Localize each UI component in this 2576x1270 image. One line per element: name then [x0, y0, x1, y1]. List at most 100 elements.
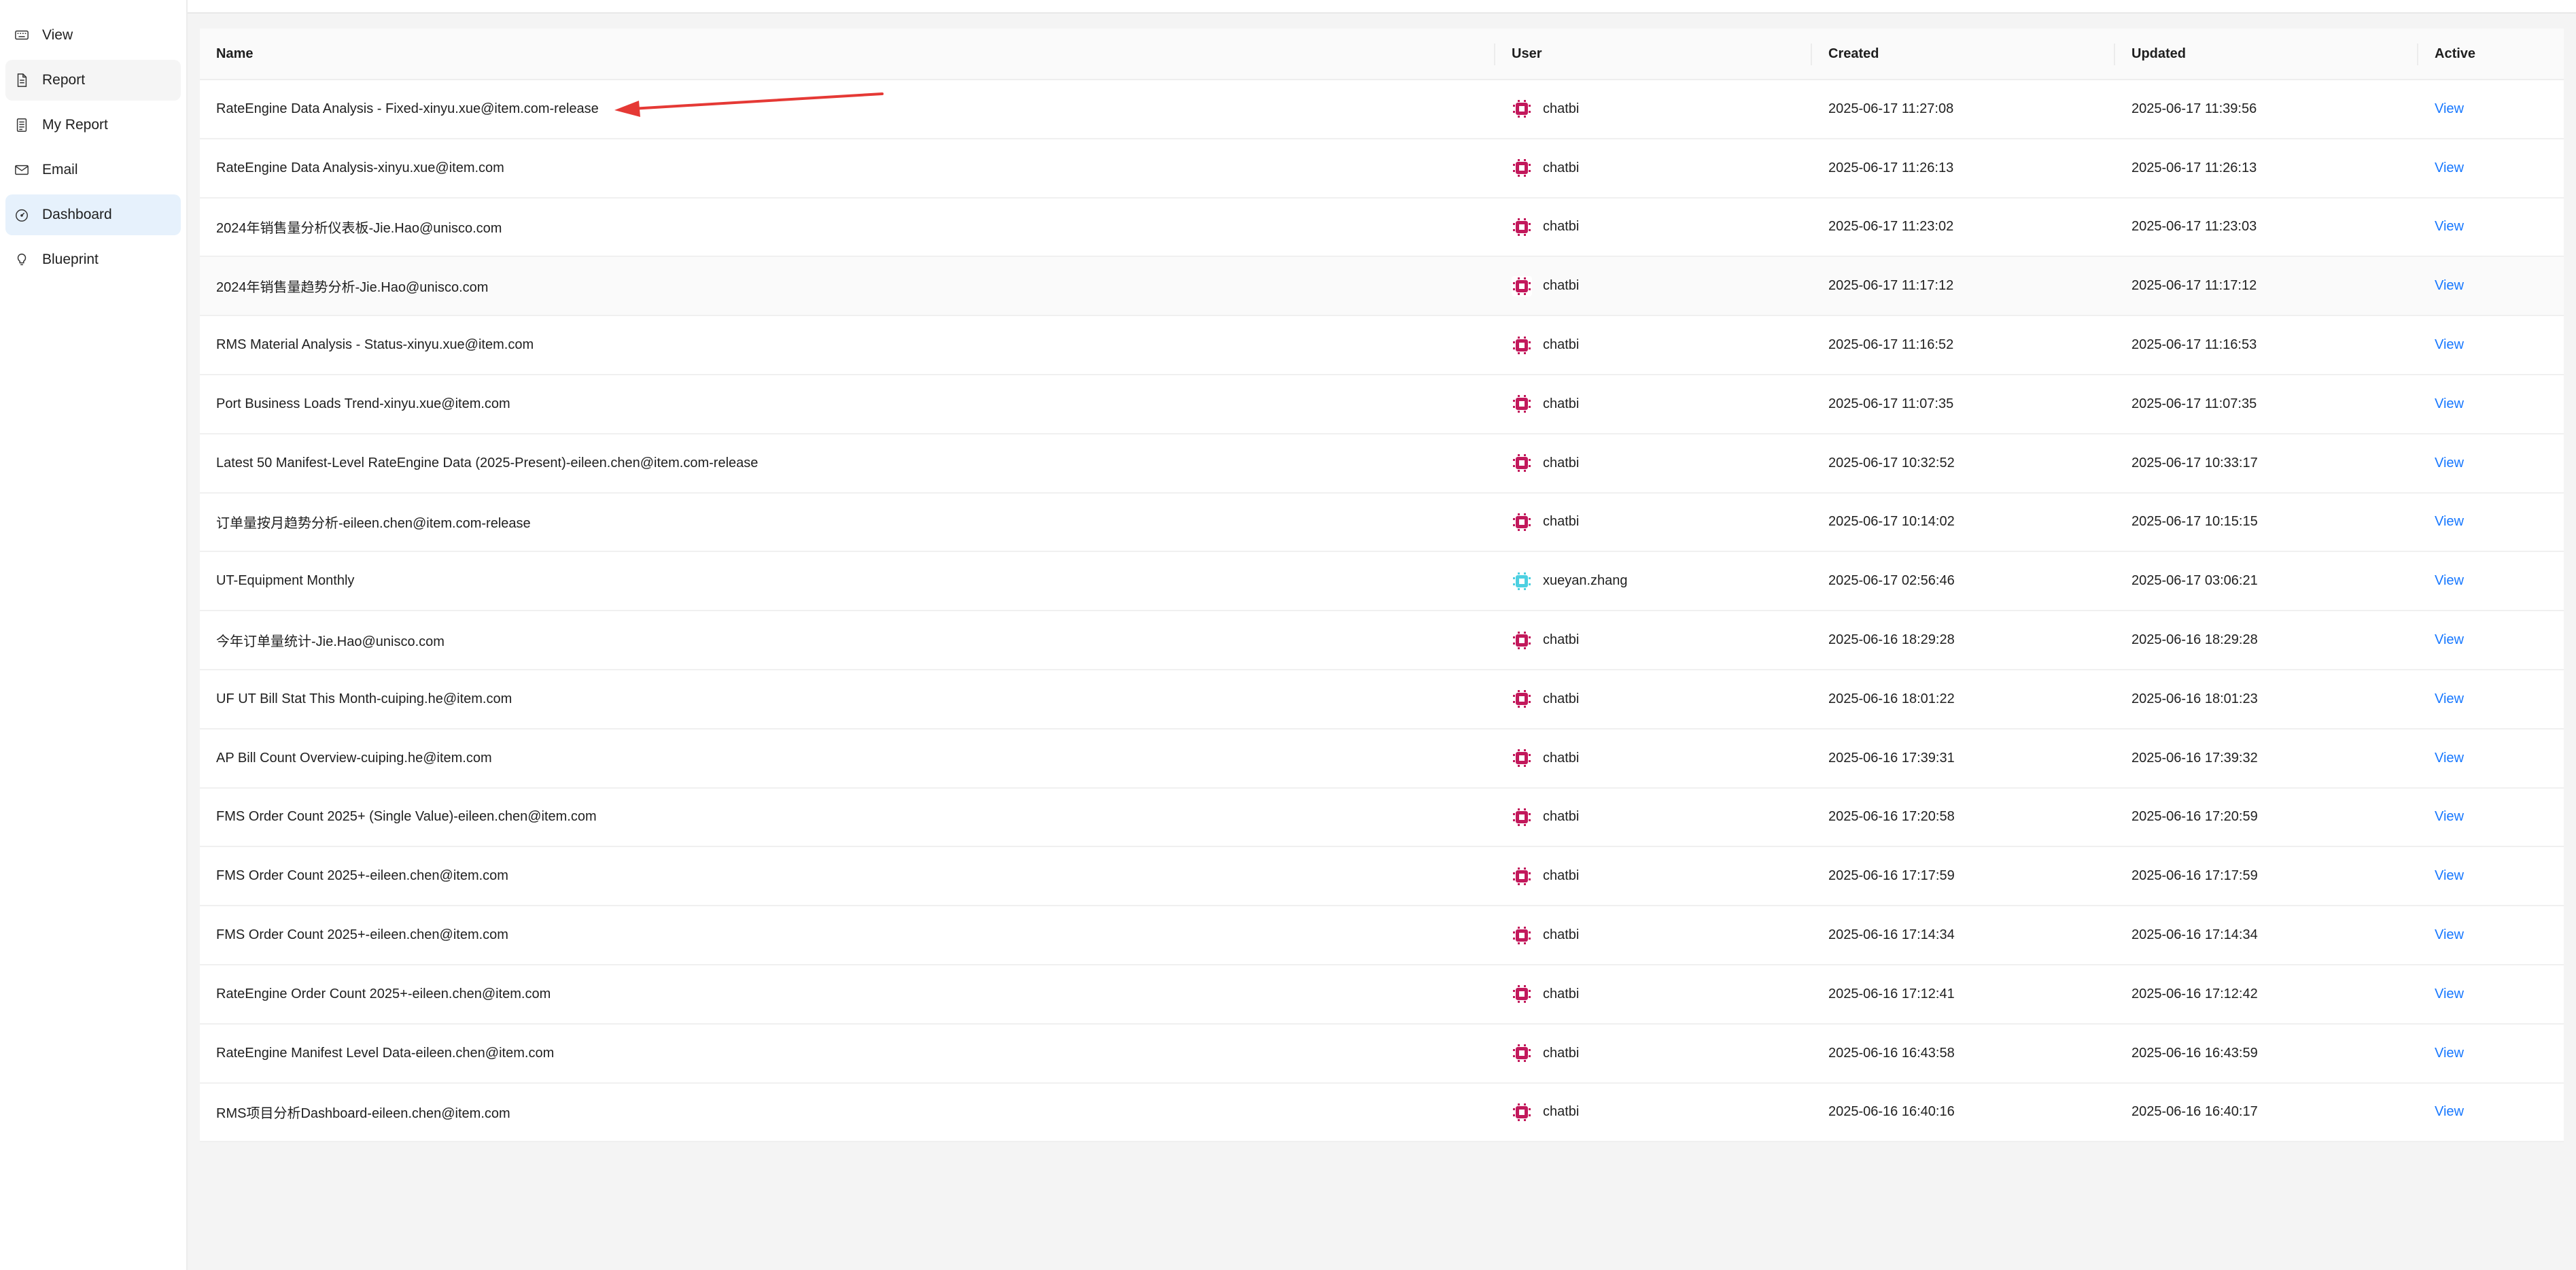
- sidebar-item-label: Blueprint: [42, 252, 99, 267]
- keyboard-icon: [14, 27, 30, 44]
- cell-created: 2025-06-16 17:39:31: [1828, 750, 1955, 766]
- sidebar-item-dashboard[interactable]: Dashboard: [5, 194, 181, 235]
- cell-name: AP Bill Count Overview-cuiping.he@item.c…: [216, 750, 492, 766]
- cell-active: View: [2418, 611, 2564, 669]
- table-row[interactable]: RMS项目分析Dashboard-eileen.chen@item.com cha…: [200, 1083, 2564, 1143]
- mail-icon: [14, 162, 30, 178]
- view-link[interactable]: View: [2435, 337, 2464, 353]
- cell-created: 2025-06-17 11:16:52: [1828, 337, 1954, 353]
- cell-created: 2025-06-16 17:12:41: [1828, 986, 1955, 1001]
- cell-name: FMS Order Count 2025+-eileen.chen@item.c…: [216, 868, 508, 884]
- column-header-user[interactable]: User: [1495, 29, 1812, 79]
- cell-name: FMS Order Count 2025+-eileen.chen@item.c…: [216, 927, 508, 943]
- cell-active: View: [2418, 847, 2564, 905]
- cell-user: chatbi: [1495, 906, 1812, 964]
- user-avatar-icon: [1512, 984, 1532, 1005]
- cell-name: RateEngine Manifest Level Data-eileen.ch…: [216, 1045, 555, 1061]
- cell-updated: 2025-06-16 17:17:59: [2131, 868, 2258, 884]
- user-avatar-icon: [1512, 275, 1532, 296]
- app-root: View Report My Report Email Dashboard Bl…: [0, 0, 2576, 1270]
- cell-created: 2025-06-17 10:32:52: [1828, 455, 1955, 470]
- column-header-active[interactable]: Active: [2418, 29, 2564, 79]
- view-link[interactable]: View: [2435, 632, 2464, 648]
- cell-updated: 2025-06-16 17:14:34: [2131, 927, 2258, 943]
- table-row[interactable]: 订单量按月趋势分析-eileen.chen@item.com-release ch…: [200, 493, 2564, 553]
- table-row[interactable]: FMS Order Count 2025+ (Single Value)-eil…: [200, 788, 2564, 848]
- user-avatar-icon: [1512, 158, 1532, 179]
- column-header-updated[interactable]: Updated: [2115, 29, 2418, 79]
- cell-name: 2024年销售量趋势分析-Jie.Hao@unisco.com: [216, 280, 489, 296]
- cell-updated: 2025-06-16 17:12:42: [2131, 986, 2258, 1001]
- cell-created: 2025-06-17 11:26:13: [1828, 160, 1954, 175]
- cell-created: 2025-06-16 18:29:28: [1828, 632, 1955, 648]
- cell-updated: 2025-06-17 11:26:13: [2131, 160, 2257, 175]
- table-row[interactable]: UT-Equipment Monthly xueyan.zhang 2025-06-…: [200, 552, 2564, 612]
- view-link[interactable]: View: [2435, 101, 2464, 117]
- table-row[interactable]: AP Bill Count Overview-cuiping.he@item.c…: [200, 729, 2564, 789]
- view-link[interactable]: View: [2435, 986, 2464, 1002]
- table-row[interactable]: FMS Order Count 2025+-eileen.chen@item.c…: [200, 847, 2564, 907]
- cell-user: chatbi: [1495, 139, 1812, 197]
- cell-user: chatbi: [1495, 730, 1812, 787]
- view-link[interactable]: View: [2435, 1046, 2464, 1061]
- table-row[interactable]: Latest 50 Manifest-Level RateEngine Data…: [200, 434, 2564, 494]
- table-row[interactable]: 2024年销售量分析仪表板-Jie.Hao@unisco.com chatbi 20…: [200, 198, 2564, 258]
- view-link[interactable]: View: [2435, 514, 2464, 530]
- cell-active: View: [2418, 1084, 2564, 1142]
- cell-name: RateEngine Order Count 2025+-eileen.chen…: [216, 986, 551, 1001]
- cell-active: View: [2418, 375, 2564, 433]
- table-row[interactable]: RateEngine Order Count 2025+-eileen.chen…: [200, 965, 2564, 1025]
- table-row[interactable]: Port Business Loads Trend-xinyu.xue@item…: [200, 375, 2564, 434]
- cell-name: 今年订单量统计-Jie.Hao@unisco.com: [216, 634, 445, 650]
- view-link[interactable]: View: [2435, 219, 2464, 235]
- cell-updated: 2025-06-16 18:01:23: [2131, 691, 2258, 706]
- cell-name: 订单量按月趋势分析-eileen.chen@item.com-release: [216, 516, 531, 532]
- sidebar-item-label: View: [42, 27, 73, 43]
- table-row[interactable]: UF UT Bill Stat This Month-cuiping.he@it…: [200, 670, 2564, 730]
- cell-name: RateEngine Data Analysis - Fixed-xinyu.x…: [216, 101, 599, 116]
- cell-user: chatbi: [1495, 316, 1812, 374]
- cell-active: View: [2418, 199, 2564, 256]
- view-link[interactable]: View: [2435, 751, 2464, 766]
- sidebar-item-my-report[interactable]: My Report: [5, 105, 181, 145]
- cell-name: RateEngine Data Analysis-xinyu.xue@item.…: [216, 160, 504, 175]
- table-row[interactable]: FMS Order Count 2025+-eileen.chen@item.c…: [200, 906, 2564, 965]
- view-link[interactable]: View: [2435, 868, 2464, 884]
- table-row[interactable]: RateEngine Data Analysis - Fixed-xinyu.x…: [200, 80, 2564, 139]
- sidebar-item-email[interactable]: Email: [5, 150, 181, 190]
- view-link[interactable]: View: [2435, 160, 2464, 176]
- sidebar-item-view[interactable]: View: [5, 15, 181, 56]
- cell-created: 2025-06-17 11:07:35: [1828, 396, 1954, 411]
- cell-created: 2025-06-16 16:40:16: [1828, 1104, 1955, 1120]
- table-row[interactable]: 今年订单量统计-Jie.Hao@unisco.com chatbi 2025-06-…: [200, 611, 2564, 670]
- cell-name: 2024年销售量分析仪表板-Jie.Hao@unisco.com: [216, 221, 502, 237]
- user-avatar-icon: [1512, 1043, 1532, 1064]
- user-avatar-icon: [1512, 570, 1532, 591]
- sidebar-item-report[interactable]: Report: [5, 60, 181, 101]
- view-link[interactable]: View: [2435, 278, 2464, 294]
- table-row[interactable]: RateEngine Data Analysis-xinyu.xue@item.…: [200, 139, 2564, 199]
- cell-active: View: [2418, 730, 2564, 787]
- column-header-created[interactable]: Created: [1812, 29, 2115, 79]
- view-link[interactable]: View: [2435, 396, 2464, 412]
- view-link[interactable]: View: [2435, 927, 2464, 943]
- view-link[interactable]: View: [2435, 809, 2464, 825]
- table-row[interactable]: RateEngine Manifest Level Data-eileen.ch…: [200, 1024, 2564, 1084]
- view-link[interactable]: View: [2435, 456, 2464, 471]
- table-row[interactable]: RMS Material Analysis - Status-xinyu.xue…: [200, 316, 2564, 375]
- view-link[interactable]: View: [2435, 691, 2464, 707]
- cell-name: Port Business Loads Trend-xinyu.xue@item…: [216, 396, 510, 411]
- cell-created: 2025-06-16 17:17:59: [1828, 868, 1955, 884]
- dashboard-table: Name User Created Updated Active RateEng…: [200, 29, 2564, 1143]
- cell-updated: 2025-06-17 11:23:03: [2131, 219, 2257, 235]
- cell-active: View: [2418, 316, 2564, 374]
- view-link[interactable]: View: [2435, 573, 2464, 589]
- cell-created: 2025-06-17 11:27:08: [1828, 101, 1954, 116]
- user-avatar-icon: [1512, 99, 1532, 120]
- sidebar-item-blueprint[interactable]: Blueprint: [5, 239, 181, 280]
- column-header-name[interactable]: Name: [200, 29, 1495, 79]
- cell-user: chatbi: [1495, 611, 1812, 669]
- view-link[interactable]: View: [2435, 1104, 2464, 1120]
- table-body: RateEngine Data Analysis - Fixed-xinyu.x…: [200, 80, 2564, 1143]
- table-row[interactable]: 2024年销售量趋势分析-Jie.Hao@unisco.com chatbi 202…: [200, 257, 2564, 317]
